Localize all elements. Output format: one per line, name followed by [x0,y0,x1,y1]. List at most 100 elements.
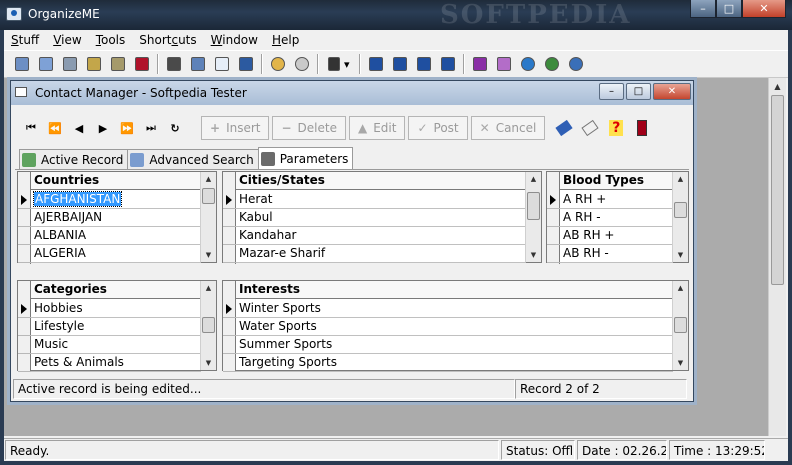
table-row[interactable]: Kandahar [236,227,526,245]
app-title: OrganizeME [28,7,100,21]
first-record-icon[interactable]: ⏮ [19,121,43,135]
interests-header: Interests [236,281,673,299]
address-book-icon[interactable] [36,54,56,74]
table-row[interactable]: ALBANIA [31,227,201,245]
blood-types-header: Blood Types [560,172,673,190]
table-row[interactable]: Mazar-e Sharif [236,245,526,263]
book-icon[interactable] [494,54,514,74]
blood-types-grid[interactable]: Blood Types A RH + A RH - AB RH + AB RH … [546,171,689,264]
child-window-icon [15,87,27,97]
refresh-icon[interactable]: ↻ [163,122,187,135]
picture-icon[interactable] [108,54,128,74]
edit-button[interactable]: ▲ Edit [348,116,406,140]
table-row[interactable]: Kabul [236,209,526,227]
tab-parameters[interactable]: Parameters [257,147,354,169]
maximize-button[interactable]: □ [716,0,742,18]
tile-vertical-icon[interactable] [390,54,410,74]
interests-grid[interactable]: Interests Winter Sports Water Sports Sum… [222,280,689,372]
table-row[interactable]: AB RH + [560,227,673,245]
menu-shortcuts[interactable]: Shortcuts [132,33,203,47]
search-icon [130,152,145,167]
cancel-button[interactable]: ✕ Cancel [470,116,546,140]
child-minimize-button[interactable]: – [599,83,624,100]
close-form-icon[interactable] [632,118,652,138]
minimize-button[interactable]: – [690,0,716,18]
child-close-button[interactable]: ✕ [653,83,691,100]
main-toolbar: ▾ [4,50,788,78]
undo-icon[interactable] [580,118,600,138]
table-row[interactable]: Summer Sports [236,336,673,354]
table-row[interactable]: Music [31,336,201,354]
save-icon[interactable] [236,54,256,74]
table-row[interactable]: Winter Sports [236,300,673,318]
grid-scrollbar[interactable]: ▲ ▼ [672,281,688,370]
workspace-scrollbar[interactable]: ▲ [768,78,786,436]
users-icon[interactable] [268,54,288,74]
date-text: Date : 02.26.2011 [577,440,667,460]
prior-record-icon[interactable]: ◀ [67,122,91,135]
settings-icon[interactable] [292,54,312,74]
calendar-icon[interactable] [84,54,104,74]
edit-status-text: Active record is being edited... [13,379,515,399]
last-record-icon[interactable]: ⏭ [139,121,163,135]
categories-grid[interactable]: Categories Hobbies Lifestyle Music Pets … [17,280,217,372]
table-row[interactable]: Hobbies [31,300,201,318]
app-icon[interactable] [6,7,22,21]
view-dropdown-icon[interactable]: ▾ [324,54,354,74]
child-maximize-button[interactable]: □ [626,83,651,100]
cities-grid[interactable]: Cities/States Herat Kabul Kandahar Mazar… [222,171,542,264]
tab-advanced-search[interactable]: Advanced Search [127,149,259,169]
table-row[interactable]: ALGERIA [31,245,201,263]
table-row[interactable]: Herat [236,191,526,209]
contact-manager-window: Contact Manager - Softpedia Tester – □ ✕… [10,80,694,402]
clipboard-icon[interactable] [188,54,208,74]
menu-tools[interactable]: Tools [89,33,133,47]
table-row[interactable]: A RH + [560,191,673,209]
table-row[interactable]: Pets & Animals [31,354,201,372]
delete-button[interactable]: − Delete [272,116,346,140]
scroll-up-icon[interactable]: ▲ [769,78,786,95]
close-button[interactable]: ✕ [742,0,786,18]
prior-page-icon[interactable]: ⏪ [43,122,67,135]
cascade-icon[interactable] [414,54,434,74]
table-row[interactable]: Targeting Sports [236,354,673,372]
table-row[interactable]: AJERBAIJAN [31,209,201,227]
record-navigator: ⏮ ⏪ ◀ ▶ ⏩ ⏭ ↻ + Insert − Delete ▲ Edit ✓ Pos… [19,113,687,143]
menu-help[interactable]: Help [265,33,306,47]
next-record-icon[interactable]: ▶ [91,122,115,135]
post-button[interactable]: ✓ Post [408,116,468,140]
web-icon[interactable] [542,54,562,74]
insert-button[interactable]: + Insert [201,116,270,140]
help-icon[interactable]: ? [606,118,626,138]
books-icon[interactable] [470,54,490,74]
child-titlebar: Contact Manager - Softpedia Tester – □ ✕ [11,81,693,105]
menu-view[interactable]: View [46,33,88,47]
menu-window[interactable]: Window [204,33,265,47]
grid-scrollbar[interactable]: ▲ ▼ [200,172,216,262]
tile-horizontal-icon[interactable] [366,54,386,74]
table-row[interactable]: Lifestyle [31,318,201,336]
menu-stuff[interactable]: Stuff [4,33,46,47]
grid-scrollbar[interactable]: ▲ ▼ [200,281,216,370]
grid-scrollbar[interactable]: ▲ ▼ [672,172,688,262]
window-icon[interactable] [212,54,232,74]
record-count-text: Record 2 of 2 [515,379,687,399]
table-row[interactable]: A RH - [560,209,673,227]
scroll-thumb[interactable] [771,95,784,285]
eraser-icon[interactable] [554,118,574,138]
grid-scrollbar[interactable]: ▲ ▼ [525,172,541,262]
next-page-icon[interactable]: ⏩ [115,122,139,135]
tab-active-record[interactable]: Active Record [19,149,129,169]
notes-icon[interactable] [60,54,80,74]
exit-door-icon[interactable] [132,54,152,74]
info-icon[interactable] [566,54,586,74]
contacts-icon[interactable] [12,54,32,74]
countries-header: Countries [31,172,201,190]
globe-icon[interactable] [518,54,538,74]
table-row[interactable]: AB RH - [560,245,673,263]
table-row[interactable]: Water Sports [236,318,673,336]
printer-icon[interactable] [164,54,184,74]
countries-grid[interactable]: Countries AFGHANISTAN AJERBAIJAN ALBANIA… [17,171,217,264]
table-row[interactable]: AFGHANISTAN [31,191,201,209]
window-arrange-icon[interactable] [438,54,458,74]
